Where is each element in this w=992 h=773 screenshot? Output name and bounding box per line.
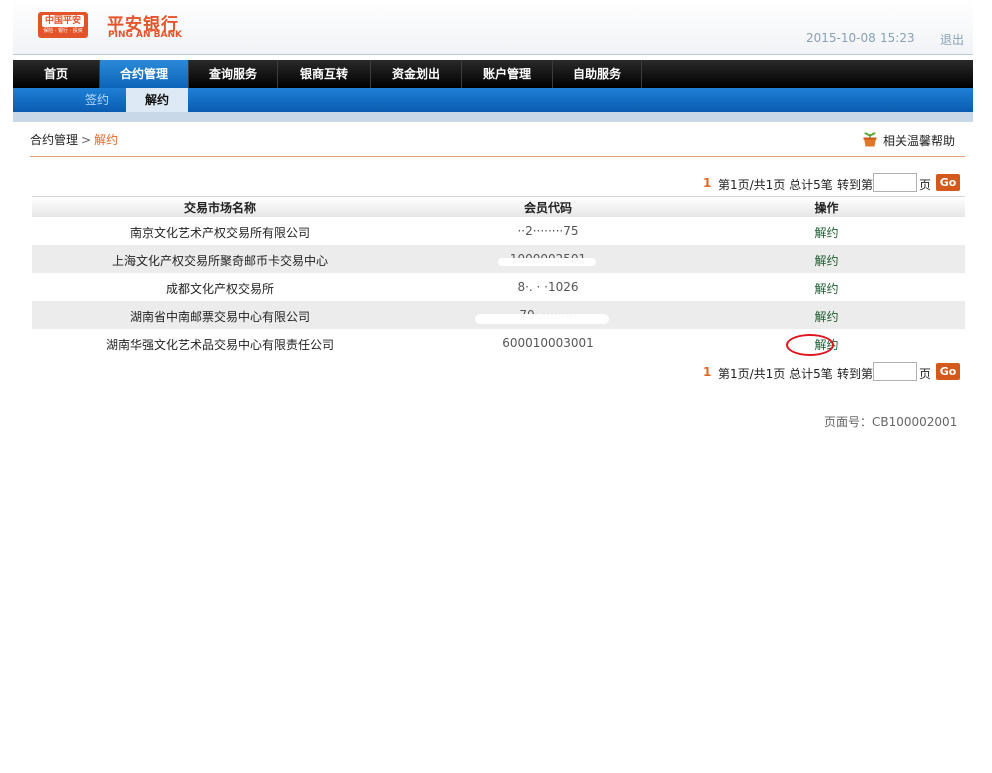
pager-goto-label: 转到第 [837,178,874,192]
nav-item-funds-out[interactable]: 资金划出 [371,60,462,88]
market-name: 湖南华强文化艺术品交易中心有限责任公司 [105,338,334,352]
pager-goto-label: 转到第 [837,367,874,381]
page-number: 页面号：CB100002001 [824,415,958,429]
redaction-mark [498,258,596,266]
nav-item-query-services[interactable]: 查询服务 [189,60,278,88]
nav-item-contract-management[interactable]: 合约管理 [100,60,189,88]
pingan-badge-logo: 中国平安 保险 · 银行 · 投资 [38,12,88,38]
app-frame: 中国平安 保险 · 银行 · 投资 平安银行 PING AN BANK 2015… [13,0,973,429]
breadcrumb-parent[interactable]: 合约管理 [30,133,78,147]
help-label: 相关温馨帮助 [883,134,956,148]
nav-item-home[interactable]: 首页 [13,60,100,88]
pager-go-button[interactable]: Go [936,363,960,380]
column-header-member-code: 会员代码 [523,201,572,215]
market-name: 湖南省中南邮票交易中心有限公司 [129,310,310,324]
header: 中国平安 保险 · 银行 · 投资 平安银行 PING AN BANK 2015… [13,0,973,55]
pager-current-page: 1 [703,365,712,379]
market-name: 南京文化艺术产权交易所有限公司 [129,226,310,240]
logout-link[interactable]: 退出 [940,31,964,48]
table-row: 南京文化艺术产权交易所有限公司 ··2········75 解约 [32,217,965,245]
pager-go-button[interactable]: Go [936,174,960,191]
member-code: 600010003001 [502,336,594,350]
pager-info: 第1页/共1页 总计5笔 [718,367,833,381]
pager-info: 第1页/共1页 总计5笔 [718,178,833,192]
current-date: 2015-10-08 [806,31,876,45]
market-name: 上海文化产权交易所聚奇邮币卡交易中心 [111,254,328,268]
pager-current-page: 1 [703,176,712,190]
sub-nav: 签约 解约 [13,88,973,112]
contracts-table: 交易市场名称 会员代码 操作 南京文化艺术产权交易所有限公司 ··2······… [32,196,965,357]
nav-item-bank-securities-transfer[interactable]: 银商互转 [278,60,371,88]
highlight-circle [786,334,834,356]
pager-page-input[interactable] [873,362,917,381]
breadcrumb: 合约管理 > 解约 [30,131,118,148]
terminate-link[interactable]: 解约 [688,280,965,297]
terminate-link[interactable]: 解约 [688,224,965,241]
table-header: 交易市场名称 会员代码 操作 [32,196,965,217]
table-row: 成都文化产权交易所 8·. · ·1026 解约 [32,273,965,301]
column-header-action: 操作 [814,201,839,215]
terminate-link[interactable]: 解约 [688,308,965,325]
plant-pot-icon [863,132,877,147]
pager-page-input[interactable] [873,173,917,192]
main-nav: 首页 合约管理 查询服务 银商互转 资金划出 账户管理 自助服务 [13,60,973,88]
subnav-divider [13,112,973,122]
nav-item-account-management[interactable]: 账户管理 [462,60,553,88]
terminate-link[interactable]: 解约 [688,252,965,269]
pager-page-suffix: 页 [919,178,932,192]
logo-badge-text: 中国平安 [42,15,84,27]
breadcrumb-current: 解约 [94,133,119,147]
nav-item-self-service[interactable]: 自助服务 [553,60,642,88]
current-time: 15:23 [880,31,915,45]
member-code: ··2········75 [517,224,579,238]
member-code: 8·. · ·1026 [517,280,579,294]
pager-page-suffix: 页 [919,367,932,381]
breadcrumb-rule [30,156,965,157]
column-header-market-name: 交易市场名称 [183,201,256,215]
subnav-item-sign[interactable]: 签约 [70,88,124,112]
breadcrumb-separator: > [81,133,92,147]
bank-name-en: PING AN BANK [108,30,182,40]
market-name: 成都文化产权交易所 [165,282,274,296]
subnav-item-terminate[interactable]: 解约 [126,88,188,112]
redaction-mark [475,314,609,324]
logo-badge-subtext: 保险 · 银行 · 投资 [43,28,83,34]
